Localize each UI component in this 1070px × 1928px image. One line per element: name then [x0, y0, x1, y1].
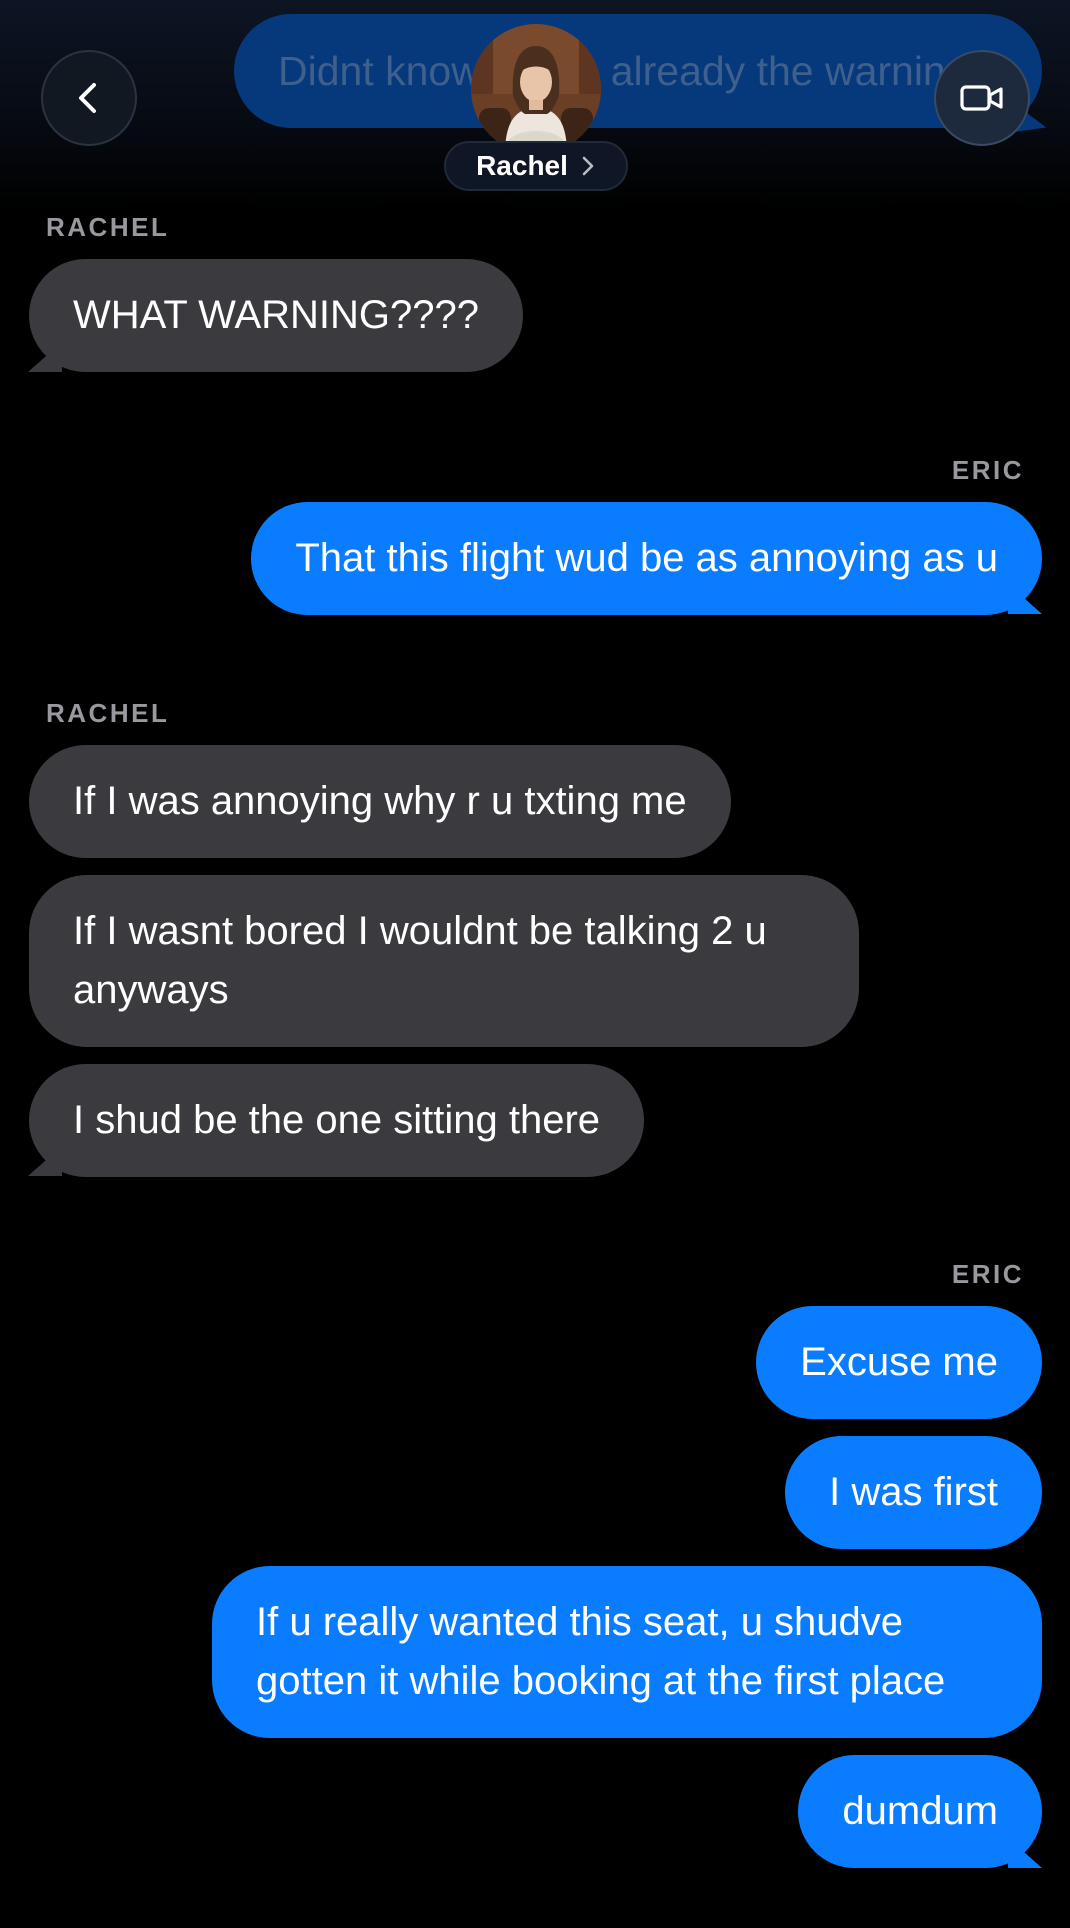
message-bubble-outgoing[interactable]: I was first [785, 1436, 1042, 1549]
message-bubble-outgoing[interactable]: If u really wanted this seat, u shudve g… [212, 1566, 1042, 1738]
bubble-tail [28, 342, 62, 372]
chat-screen: Didnt know u was already the warning Rac… [0, 0, 1070, 1928]
contact-avatar[interactable] [471, 24, 601, 154]
chat-header: Didnt know u was already the warning Rac… [0, 0, 1070, 210]
previous-message-text: Didnt know u was already the warning [278, 48, 969, 94]
avatar-photo [471, 24, 601, 154]
sender-label: ERIC [951, 1259, 1024, 1289]
chevron-left-icon [79, 83, 96, 113]
bubble-tail [28, 1146, 62, 1176]
bubble-tail [1008, 584, 1042, 614]
chevron-right-icon [582, 156, 594, 176]
contact-name-button[interactable]: Rachel [444, 141, 628, 191]
contact-name: Rachel [476, 150, 568, 181]
message-bubble-outgoing[interactable]: That this flight wud be as annoying as u [251, 502, 1042, 615]
video-call-button[interactable] [934, 50, 1030, 146]
message-bubble-incoming[interactable]: WHAT WARNING???? [29, 259, 523, 372]
bubble-tail [1008, 1838, 1042, 1868]
sender-label: ERIC [951, 455, 1024, 485]
sender-label: RACHEL [46, 698, 170, 728]
back-button[interactable] [41, 50, 137, 146]
message-bubble-incoming[interactable]: I shud be the one sitting there [29, 1064, 645, 1177]
message-bubble-incoming[interactable]: If I was annoying why r u txting me [29, 745, 731, 858]
message-bubble-incoming[interactable]: If I wasnt bored I wouldnt be talking 2 … [29, 875, 859, 1047]
message-bubble-outgoing[interactable]: Excuse me [756, 1306, 1042, 1419]
message-bubble-outgoing[interactable]: dumdum [798, 1755, 1042, 1868]
sender-label: RACHEL [46, 212, 170, 242]
previous-message-bubble: Didnt know u was already the warning [234, 14, 1042, 128]
video-camera-icon [960, 85, 1003, 111]
